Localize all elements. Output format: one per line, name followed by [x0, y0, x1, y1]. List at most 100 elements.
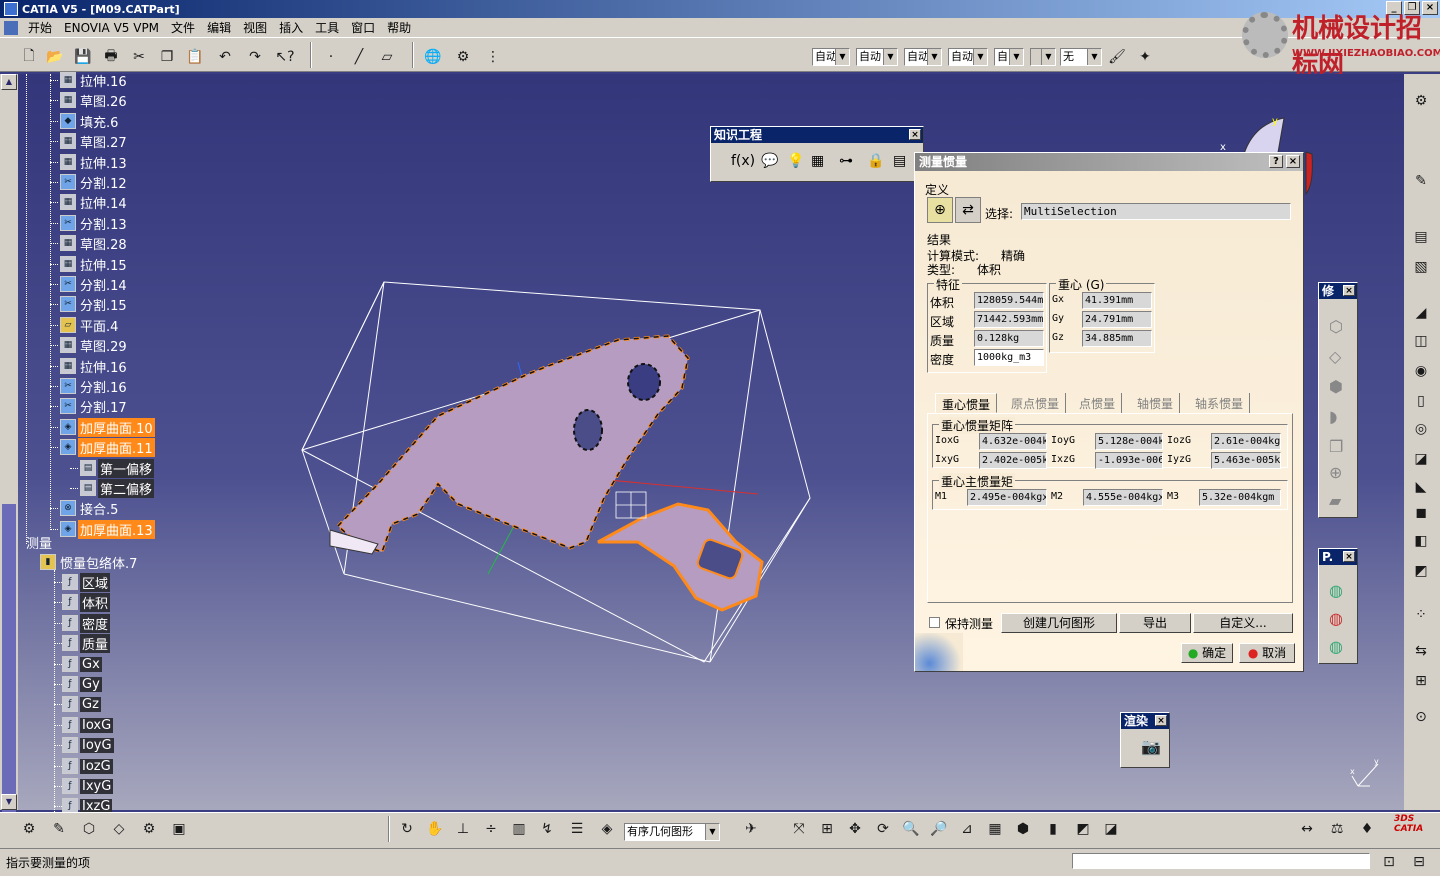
comment-icon[interactable]: 💬: [761, 153, 778, 169]
menu-view[interactable]: 视图: [237, 19, 273, 36]
p-toolbar[interactable]: P. × ◍ ◍ ◍: [1318, 548, 1358, 664]
pocket-icon[interactable]: ▧: [1410, 256, 1432, 278]
measure-inertia-3d-icon[interactable]: ⊕: [927, 197, 953, 223]
menu-enovia[interactable]: ENOVIA V5 VPM: [58, 21, 165, 35]
export-button[interactable]: 导出: [1119, 613, 1191, 633]
print-icon[interactable]: 🖶: [100, 46, 122, 68]
slab-icon[interactable]: ▰: [1329, 491, 1341, 510]
whats-this-icon[interactable]: ↖?: [274, 46, 296, 68]
mirror-icon[interactable]: ⇆: [1410, 640, 1432, 662]
analysis-gear-icon[interactable]: ⚙: [138, 818, 160, 840]
pattern-icon[interactable]: ⁘: [1410, 604, 1432, 626]
tree-node[interactable]: ▦ 草图.29: [60, 335, 129, 355]
tree-node[interactable]: ◈ 加厚曲面.11: [60, 437, 155, 457]
tree-node[interactable]: ▦ 拉伸.14: [60, 192, 129, 212]
tree-node[interactable]: ▦ 拉伸.16: [60, 356, 129, 376]
tree-node[interactable]: ◈ 加厚曲面.13: [60, 519, 155, 539]
tab-axis-system-inertia[interactable]: 轴系惯量: [1189, 393, 1251, 413]
update-icon[interactable]: ↻: [396, 818, 418, 840]
swap-visible-icon[interactable]: ◪: [1100, 818, 1122, 840]
point-icon[interactable]: ·: [320, 46, 342, 68]
shell-icon[interactable]: ◫: [1410, 330, 1432, 352]
solid-cube-icon[interactable]: ◼: [1410, 502, 1432, 524]
tree-node[interactable]: ✂ 分割.15: [60, 294, 129, 314]
tree-node[interactable]: ⊗ 接合.5: [60, 498, 120, 518]
modify-close-icon[interactable]: ×: [1343, 285, 1355, 296]
zoom-area-icon[interactable]: ⊞: [816, 818, 838, 840]
render-close-icon[interactable]: ×: [1155, 715, 1167, 726]
hierarchy-icon[interactable]: ⊶: [839, 153, 853, 169]
tree-node[interactable]: ✂ 分割.12: [60, 172, 129, 192]
new-file-icon[interactable]: 🗋: [18, 46, 40, 68]
tree-toggle-icon[interactable]: ⋮: [482, 46, 504, 68]
menu-edit[interactable]: 编辑: [201, 19, 237, 36]
part-design-gear-icon[interactable]: ⚙: [1410, 90, 1432, 112]
measure-inertia-icon[interactable]: ⚖: [1326, 818, 1348, 840]
settings-gear-icon[interactable]: ⚙: [18, 818, 40, 840]
split-icon[interactable]: ◧: [1410, 530, 1432, 552]
tree-node[interactable]: ✂ 分割.16: [60, 376, 129, 396]
geometry-set-combo[interactable]: 有序几何图形 ▼: [624, 823, 720, 841]
copy-icon[interactable]: ❐: [156, 46, 178, 68]
list-icon[interactable]: ☰: [566, 818, 588, 840]
table-icon[interactable]: ▦: [811, 153, 824, 169]
draft-icon[interactable]: ◣: [1410, 476, 1432, 498]
customize-button[interactable]: 自定义...: [1193, 613, 1293, 633]
bulb-icon[interactable]: 💡: [787, 153, 804, 169]
tree-node[interactable]: ▦ 草图.28: [60, 233, 129, 253]
sketch-icon[interactable]: ✎: [1410, 170, 1432, 192]
scroll-up-arrow-icon[interactable]: ▲: [1, 74, 17, 90]
tree-node[interactable]: ▦ 拉伸.13: [60, 152, 129, 172]
layer-combo[interactable]: 无 ▼: [1060, 48, 1102, 66]
document-icon[interactable]: [4, 20, 18, 35]
tree-node[interactable]: ▦ 草图.26: [60, 90, 129, 110]
measure-param-node[interactable]: ƒ 密度: [62, 613, 111, 633]
catalog-icon[interactable]: ⚙: [452, 46, 474, 68]
zoom-out-icon[interactable]: 🔎: [928, 818, 950, 840]
color-combo[interactable]: 自动 ▼: [812, 48, 850, 66]
menu-start[interactable]: 开始: [22, 19, 58, 36]
bend-icon[interactable]: ◗: [1329, 407, 1337, 426]
menu-insert[interactable]: 插入: [273, 19, 309, 36]
globe-icon[interactable]: 🌐: [422, 46, 444, 68]
plane-icon[interactable]: ▱: [376, 46, 398, 68]
hide-show-icon[interactable]: ◩: [1072, 818, 1094, 840]
publish-icon[interactable]: ◍: [1329, 581, 1343, 600]
tree-node[interactable]: ▦ 草图.27: [60, 131, 129, 151]
tree-node[interactable]: ◈ 加厚曲面.10: [60, 417, 155, 437]
tree-node[interactable]: ✂ 分割.13: [60, 213, 129, 233]
scroll-down-arrow-icon[interactable]: ▼: [1, 794, 17, 810]
ok-button[interactable]: ● 确定: [1181, 643, 1233, 663]
tab-point-inertia[interactable]: 点惯量: [1073, 393, 1123, 413]
hole-icon[interactable]: ◉: [1410, 360, 1432, 382]
extrude-icon[interactable]: ⬡: [78, 818, 100, 840]
plate-shape-icon[interactable]: ◇: [1329, 347, 1341, 366]
box-shape-icon[interactable]: ⬡: [1329, 317, 1343, 336]
target-icon[interactable]: ⊕: [1329, 463, 1342, 482]
formula-icon[interactable]: f(x): [731, 153, 755, 169]
measure-item-icon[interactable]: ▥: [508, 818, 530, 840]
tree-node[interactable]: ▤ 第一偏移: [80, 458, 155, 478]
measure-param-node[interactable]: ƒ Gy: [62, 674, 102, 694]
menu-help[interactable]: 帮助: [381, 19, 417, 36]
lock-icon[interactable]: 🔒: [867, 153, 884, 169]
scale-icon[interactable]: ÷: [480, 818, 502, 840]
multi-view-icon[interactable]: ▦: [984, 818, 1006, 840]
axis-system-icon[interactable]: ⊥: [452, 818, 474, 840]
command-input[interactable]: [1072, 853, 1370, 869]
grid-icon[interactable]: ⊞: [1410, 670, 1432, 692]
surface-icon[interactable]: ◇: [108, 818, 130, 840]
tab-origin-inertia[interactable]: 原点惯量: [1005, 393, 1067, 413]
fit-all-icon[interactable]: ⤧: [788, 818, 810, 840]
undo-icon[interactable]: ↶: [214, 46, 236, 68]
paint-brush-icon[interactable]: 🖌: [1106, 46, 1128, 68]
tab-axis-inertia[interactable]: 轴惯量: [1131, 393, 1181, 413]
tree-node[interactable]: ✂ 分割.17: [60, 396, 129, 416]
knowledge-close-icon[interactable]: ×: [909, 129, 921, 140]
tree-scrollbar[interactable]: ▲ ▼: [0, 74, 18, 834]
camera-icon[interactable]: 📷: [1141, 737, 1161, 756]
p-close-icon[interactable]: ×: [1343, 551, 1355, 562]
paste-icon[interactable]: 📋: [184, 46, 206, 68]
parameter-icon[interactable]: ▤: [893, 153, 906, 169]
measure-between-icon[interactable]: ↯: [536, 818, 558, 840]
